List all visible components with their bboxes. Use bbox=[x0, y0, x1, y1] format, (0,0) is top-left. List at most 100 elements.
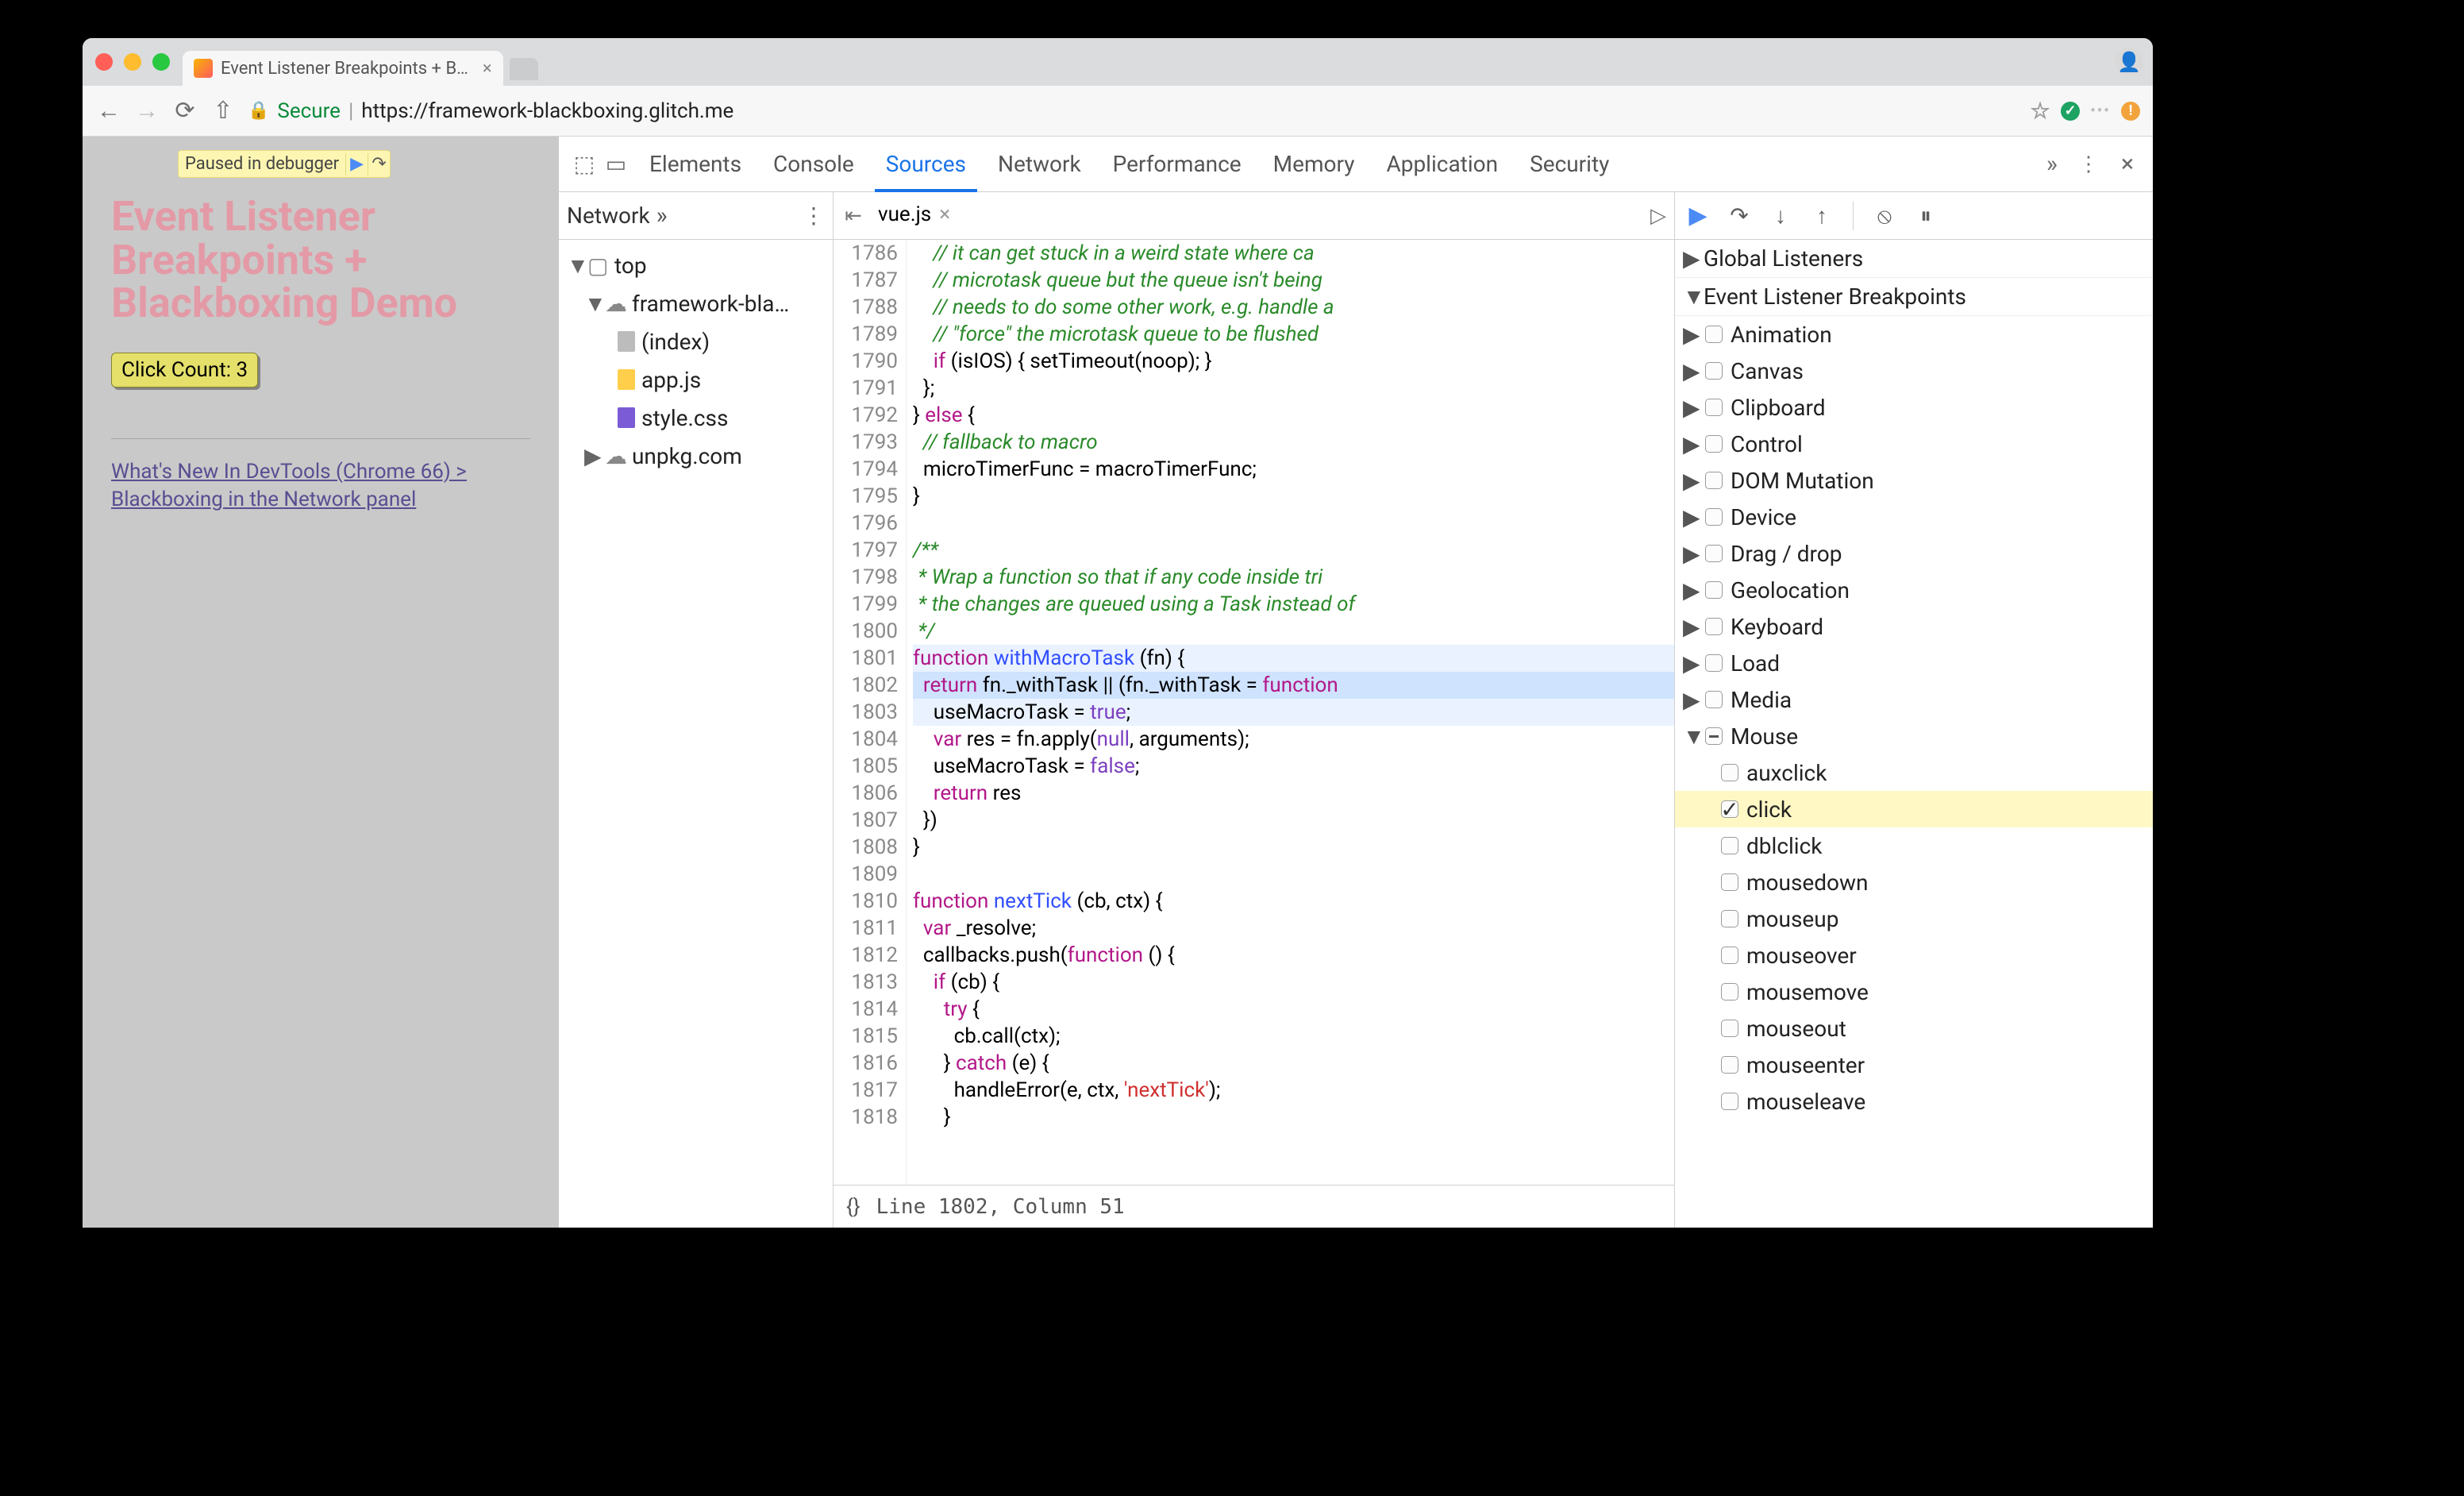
code-line: }) bbox=[913, 807, 1674, 834]
section-event-listener-breakpoints[interactable]: ▼Event Listener Breakpoints bbox=[1675, 278, 2153, 316]
bp-event-mouseover[interactable]: mouseover bbox=[1675, 937, 2153, 974]
bp-category-dom-mutation[interactable]: ▶DOM Mutation bbox=[1675, 462, 2153, 499]
extension-icon-1[interactable]: ✓ bbox=[2061, 102, 2080, 121]
bookmark-star-icon[interactable]: ☆ bbox=[2031, 102, 2050, 121]
bp-category-drag-drop[interactable]: ▶Drag / drop bbox=[1675, 535, 2153, 572]
code-editor[interactable]: 1786178717881789179017911792179317941795… bbox=[834, 240, 1674, 1185]
code-line: // "force" the microtask queue to be flu… bbox=[913, 321, 1674, 348]
pause-exceptions-button[interactable]: ⏸ bbox=[1912, 202, 1939, 229]
bp-event-mouseleave[interactable]: mouseleave bbox=[1675, 1083, 2153, 1120]
browser-tab[interactable]: Event Listener Breakpoints + B… × bbox=[183, 51, 503, 86]
reload-button[interactable]: ⟳ bbox=[171, 97, 198, 125]
tree-file-appjs[interactable]: app.js bbox=[562, 361, 830, 399]
bp-event-click[interactable]: ✓click bbox=[1675, 791, 2153, 827]
pretty-print-icon[interactable]: {} bbox=[846, 1195, 860, 1219]
secure-label: Secure bbox=[277, 99, 341, 123]
bp-category-clipboard[interactable]: ▶Clipboard bbox=[1675, 389, 2153, 426]
extension-icon-3[interactable]: ! bbox=[2121, 102, 2140, 121]
source: // it can get stuck in a weird state whe… bbox=[907, 240, 1674, 1185]
tree-cdn[interactable]: ▶☁unpkg.com bbox=[562, 437, 830, 475]
close-file-icon[interactable]: × bbox=[939, 202, 950, 226]
navigator-tab[interactable]: Network bbox=[567, 202, 650, 229]
back-button[interactable]: ← bbox=[95, 97, 122, 125]
window-minimize-icon[interactable] bbox=[124, 53, 141, 71]
overflow-tabs-icon[interactable]: » bbox=[2040, 150, 2064, 178]
devtools-tab-console[interactable]: Console bbox=[757, 137, 870, 191]
code-line: function nextTick (cb, ctx) { bbox=[913, 888, 1674, 915]
browser-window: Event Listener Breakpoints + B… × 👤 ← → … bbox=[83, 38, 2153, 1228]
file-tab-vuejs[interactable]: vue.js× bbox=[870, 195, 958, 237]
debugger-pane: ▶ ↷ ↓ ↑ ⦸ ⏸ ▶Global Listeners ▼Event Lis… bbox=[1675, 192, 2153, 1228]
devtools-tab-sources[interactable]: Sources bbox=[870, 137, 982, 191]
content-row: Paused in debugger ▶ ↷ Event Listener Br… bbox=[83, 137, 2153, 1228]
devtools-tab-elements[interactable]: Elements bbox=[633, 137, 757, 191]
devtools-menu-icon[interactable]: ⋮ bbox=[2067, 152, 2110, 176]
bp-category-load[interactable]: ▶Load bbox=[1675, 645, 2153, 681]
window-zoom-icon[interactable] bbox=[152, 53, 170, 71]
bp-event-mouseenter[interactable]: mouseenter bbox=[1675, 1047, 2153, 1083]
bp-event-mouseout[interactable]: mouseout bbox=[1675, 1010, 2153, 1047]
bp-category-mouse[interactable]: ▼Mouse bbox=[1675, 718, 2153, 754]
devtools-tab-memory[interactable]: Memory bbox=[1257, 137, 1371, 191]
devtools-tab-application[interactable]: Application bbox=[1370, 137, 1514, 191]
tab-close-icon[interactable]: × bbox=[483, 59, 492, 79]
bp-category-device[interactable]: ▶Device bbox=[1675, 499, 2153, 535]
bp-event-auxclick[interactable]: auxclick bbox=[1675, 754, 2153, 791]
devtools-tab-performance[interactable]: Performance bbox=[1097, 137, 1257, 191]
code-line: return fn._withTask || (fn._withTask = f… bbox=[913, 672, 1674, 699]
bp-category-control[interactable]: ▶Control bbox=[1675, 426, 2153, 462]
navigator-menu-icon[interactable]: ⋮ bbox=[803, 202, 825, 229]
step-over-button[interactable]: ↷ bbox=[1726, 202, 1753, 229]
editor-status-bar: {} Line 1802, Column 51 bbox=[834, 1185, 1674, 1228]
forward-button[interactable]: → bbox=[133, 97, 160, 125]
overlay-resume-icon[interactable]: ▶ bbox=[345, 153, 368, 175]
tree-file-stylecss[interactable]: style.css bbox=[562, 399, 830, 437]
code-line bbox=[913, 861, 1674, 888]
code-line: // needs to do some other work, e.g. han… bbox=[913, 294, 1674, 321]
profile-avatar-icon[interactable]: 👤 bbox=[2115, 48, 2143, 76]
inspect-icon[interactable]: ⬚ bbox=[570, 151, 599, 177]
toggle-navigator-icon[interactable]: ⇤ bbox=[841, 204, 865, 228]
tree-top[interactable]: ▼▢top bbox=[562, 246, 830, 284]
tree-host[interactable]: ▼☁framework-bla… bbox=[562, 284, 830, 322]
code-line: }; bbox=[913, 375, 1674, 402]
section-global-listeners[interactable]: ▶Global Listeners bbox=[1675, 240, 2153, 278]
window-close-icon[interactable] bbox=[95, 53, 113, 71]
tree-file-index[interactable]: (index) bbox=[562, 322, 830, 361]
bp-category-media[interactable]: ▶Media bbox=[1675, 681, 2153, 718]
new-tab-button[interactable] bbox=[510, 58, 538, 80]
code-line: cb.call(ctx); bbox=[913, 1023, 1674, 1050]
overlay-step-icon[interactable]: ↷ bbox=[368, 153, 390, 175]
bp-event-mouseup[interactable]: mouseup bbox=[1675, 900, 2153, 937]
editor-tabbar: ⇤ vue.js× ▷ bbox=[834, 192, 1674, 240]
bp-category-geolocation[interactable]: ▶Geolocation bbox=[1675, 572, 2153, 608]
step-into-button[interactable]: ↓ bbox=[1767, 202, 1794, 229]
code-line: try { bbox=[913, 996, 1674, 1023]
bp-event-mousemove[interactable]: mousemove bbox=[1675, 974, 2153, 1010]
devtools-close-icon[interactable]: × bbox=[2113, 150, 2142, 178]
bp-event-mousedown[interactable]: mousedown bbox=[1675, 864, 2153, 900]
code-line: var _resolve; bbox=[913, 915, 1674, 942]
click-count-button[interactable]: Click Count: 3 bbox=[111, 353, 258, 387]
home-button[interactable]: ⇧ bbox=[210, 97, 237, 125]
bp-event-dblclick[interactable]: dblclick bbox=[1675, 827, 2153, 864]
whats-new-link[interactable]: What's New In DevTools (Chrome 66) > Bla… bbox=[111, 460, 467, 511]
step-out-button[interactable]: ↑ bbox=[1808, 202, 1835, 229]
devtools-tab-network[interactable]: Network bbox=[982, 137, 1097, 191]
resume-button[interactable]: ▶ bbox=[1684, 202, 1711, 229]
navigator-overflow-icon[interactable]: » bbox=[656, 202, 668, 229]
code-line: } bbox=[913, 483, 1674, 510]
device-toggle-icon[interactable]: ▭ bbox=[602, 151, 630, 177]
code-line: return res bbox=[913, 780, 1674, 807]
bp-category-animation[interactable]: ▶Animation bbox=[1675, 316, 2153, 353]
page-title: Event Listener Breakpoints + Blackboxing… bbox=[111, 195, 530, 326]
deactivate-breakpoints-button[interactable]: ⦸ bbox=[1871, 202, 1898, 229]
extension-icon-2[interactable]: ••• bbox=[2091, 102, 2110, 121]
code-line: // it can get stuck in a weird state whe… bbox=[913, 240, 1674, 267]
bp-category-canvas[interactable]: ▶Canvas bbox=[1675, 353, 2153, 389]
run-snippet-icon[interactable]: ▷ bbox=[1650, 204, 1666, 228]
tab-title: Event Listener Breakpoints + B… bbox=[221, 59, 468, 79]
devtools-tab-security[interactable]: Security bbox=[1514, 137, 1625, 191]
omnibox[interactable]: 🔒 Secure | https://framework-blackboxing… bbox=[248, 99, 2019, 123]
bp-category-keyboard[interactable]: ▶Keyboard bbox=[1675, 608, 2153, 645]
